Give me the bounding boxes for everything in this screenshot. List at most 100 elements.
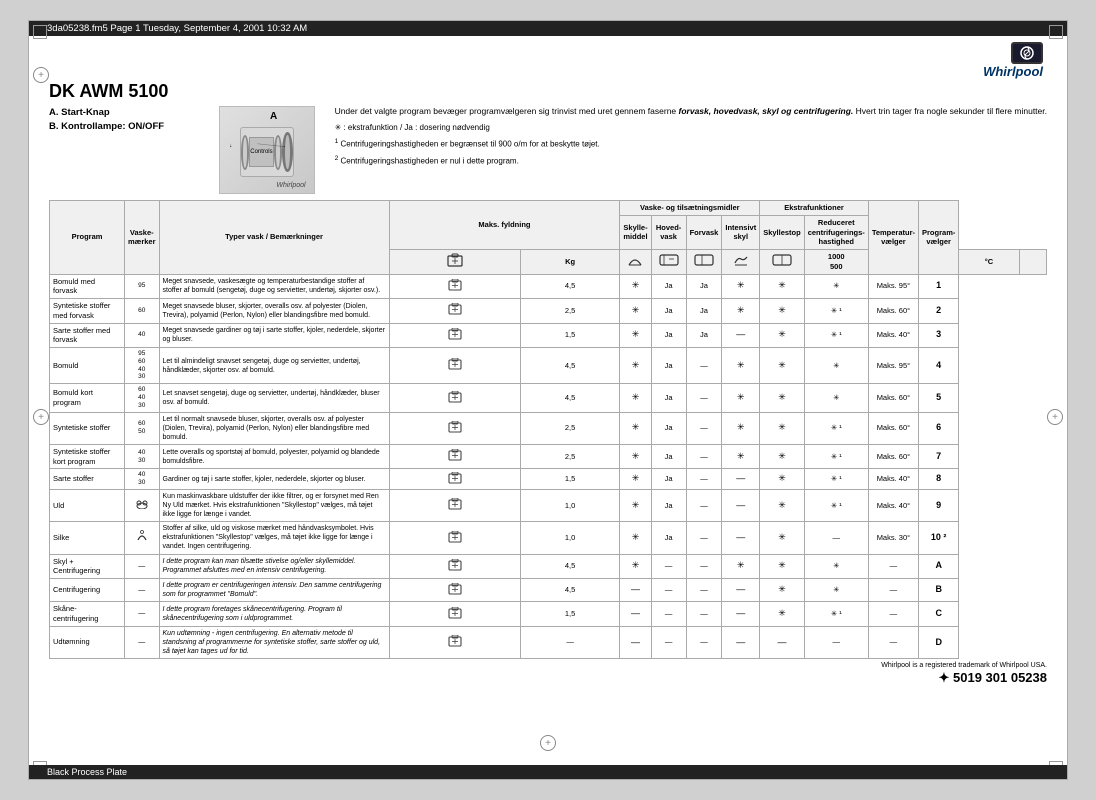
- cell-program: Skyl + Centrifugering: [50, 554, 125, 579]
- cell-intens: ✳: [722, 299, 760, 324]
- col-header-red-speeds: 1000500: [804, 250, 868, 275]
- cell-prog: 3: [919, 323, 959, 348]
- cell-icon: [389, 522, 520, 554]
- cell-marks: [125, 489, 160, 521]
- table-row: Bomuld 95604030 Let til almindeligt snav…: [50, 348, 1047, 384]
- cell-type: Let snavset sengetøj, duge og servietter…: [159, 384, 389, 412]
- cell-program: Bomuld: [50, 348, 125, 384]
- cell-type: Meget snavsede, vaskesægte og temperatur…: [159, 274, 389, 299]
- cell-marks: —: [125, 602, 160, 627]
- col-header-kg-icon: [389, 250, 520, 275]
- cell-kg: 4,5: [520, 348, 620, 384]
- cell-prog: B: [919, 579, 959, 602]
- table-row: Bomuld med forvask 95 Meget snavsede, va…: [50, 274, 1047, 299]
- cell-prog: 10 ²: [919, 522, 959, 554]
- cell-type: I dette program er centrifugeringen inte…: [159, 579, 389, 602]
- cell-intens: —: [722, 579, 760, 602]
- cell-intens: —: [722, 522, 760, 554]
- cell-skylle-stop: —: [760, 626, 805, 658]
- cell-program: Udtømning: [50, 626, 125, 658]
- cell-kg: 2,5: [520, 444, 620, 469]
- cell-red: ✳ ¹: [804, 489, 868, 521]
- cell-icon: [389, 554, 520, 579]
- trademark-text: Whirlpool is a registered trademark of W…: [49, 662, 1047, 669]
- cell-program: Silke: [50, 522, 125, 554]
- cell-hoved: Ja: [651, 384, 686, 412]
- col-header-hoved-icon: [651, 250, 686, 275]
- cell-forv: —: [686, 348, 722, 384]
- col-header-ekstra: Ekstrafunktioner: [760, 201, 869, 216]
- cell-red: ✳: [804, 348, 868, 384]
- cell-skyl: ✳: [620, 274, 651, 299]
- col-header-kg: Kg: [520, 250, 620, 275]
- cell-hoved: —: [651, 554, 686, 579]
- cell-type: Kun udtømning - ingen centrifugering. En…: [159, 626, 389, 658]
- cell-kg: 1,5: [520, 323, 620, 348]
- cell-hoved: Ja: [651, 348, 686, 384]
- cell-skyl: —: [620, 579, 651, 602]
- cell-skylle-stop: ✳: [760, 384, 805, 412]
- table-row: Sarte stoffer med forvask 40 Meget snavs…: [50, 323, 1047, 348]
- cell-prog: 7: [919, 444, 959, 469]
- desc-note1: ✳ : ekstrafunktion / Ja : dosering nødve…: [335, 122, 1047, 133]
- cell-icon: [389, 274, 520, 299]
- cell-skyl: ✳: [620, 412, 651, 444]
- cell-type: Gardiner og tøj i sarte stoffer, kjoler,…: [159, 469, 389, 490]
- cell-forv: —: [686, 602, 722, 627]
- cell-intens: —: [722, 602, 760, 627]
- col-header-red: Reduceret centrifugerings- hastighed: [804, 215, 868, 249]
- cell-forv: Ja: [686, 274, 722, 299]
- cell-red: —: [804, 626, 868, 658]
- cell-type: Meget snavsede gardiner og tøj i sarte s…: [159, 323, 389, 348]
- label-a: A. Start-Knap: [49, 106, 209, 120]
- cell-red: ✳: [804, 579, 868, 602]
- cell-marks: 40: [125, 323, 160, 348]
- col-header-marks: Vaske­mærker: [125, 201, 160, 275]
- reg-mark-left-mid: +: [33, 409, 49, 425]
- table-row: Bomuld kort program 604030 Let snavset s…: [50, 384, 1047, 412]
- main-content: DK AWM 5100 A. Start-Knap B. Kontrollamp…: [29, 81, 1067, 687]
- cell-marks: 4030: [125, 469, 160, 490]
- cell-skylle-stop: ✳: [760, 602, 805, 627]
- whirlpool-logo: Whirlpool: [983, 42, 1043, 79]
- cell-hoved: Ja: [651, 444, 686, 469]
- cell-red: ✳: [804, 554, 868, 579]
- col-header-type: Typer vask / Bemærkninger: [159, 201, 389, 275]
- cell-temp: Maks. 95°: [868, 348, 918, 384]
- model-title: DK AWM 5100: [49, 81, 1047, 102]
- table-row: Centrifugering — I dette program er cent…: [50, 579, 1047, 602]
- cell-skyl: ✳: [620, 444, 651, 469]
- cell-skylle-stop: ✳: [760, 299, 805, 324]
- cell-icon: [389, 412, 520, 444]
- cell-skyl: —: [620, 626, 651, 658]
- cell-skylle-stop: ✳: [760, 412, 805, 444]
- cell-temp: Maks. 95°: [868, 274, 918, 299]
- cell-skylle-stop: ✳: [760, 579, 805, 602]
- col-header-skyllestop-icon: [760, 250, 805, 275]
- cell-kg: 4,5: [520, 274, 620, 299]
- cell-temp: Maks. 40°: [868, 323, 918, 348]
- cell-skyl: ✳: [620, 554, 651, 579]
- cell-intens: ✳: [722, 412, 760, 444]
- col-header-temp-c: °C: [959, 250, 1019, 275]
- cell-type: Meget snavsede bluser, skjorter, overall…: [159, 299, 389, 324]
- cell-red: ✳ ¹: [804, 412, 868, 444]
- cell-marks: —: [125, 554, 160, 579]
- table-row: Syntetiske stoffer kort program 4030 Let…: [50, 444, 1047, 469]
- cell-kg: 2,5: [520, 299, 620, 324]
- cell-icon: [389, 348, 520, 384]
- cell-program: Syntetiske stoffer med forvask: [50, 299, 125, 324]
- table-row: Syntetiske stoffer 6050 Let til normalt …: [50, 412, 1047, 444]
- cell-prog: 1: [919, 274, 959, 299]
- cell-skyl: —: [620, 602, 651, 627]
- cell-hoved: Ja: [651, 489, 686, 521]
- cell-program: Centrifugering: [50, 579, 125, 602]
- cell-hoved: —: [651, 602, 686, 627]
- table-row: Uld Kun maskinvaskbare uldstuffer der ik…: [50, 489, 1047, 521]
- logo-area: Whirlpool: [29, 36, 1067, 81]
- corner-mark-tr: [1049, 25, 1063, 39]
- cell-skyl: ✳: [620, 489, 651, 521]
- col-header-forv: Forvask: [686, 215, 722, 249]
- cell-icon: [389, 602, 520, 627]
- cell-prog: 2: [919, 299, 959, 324]
